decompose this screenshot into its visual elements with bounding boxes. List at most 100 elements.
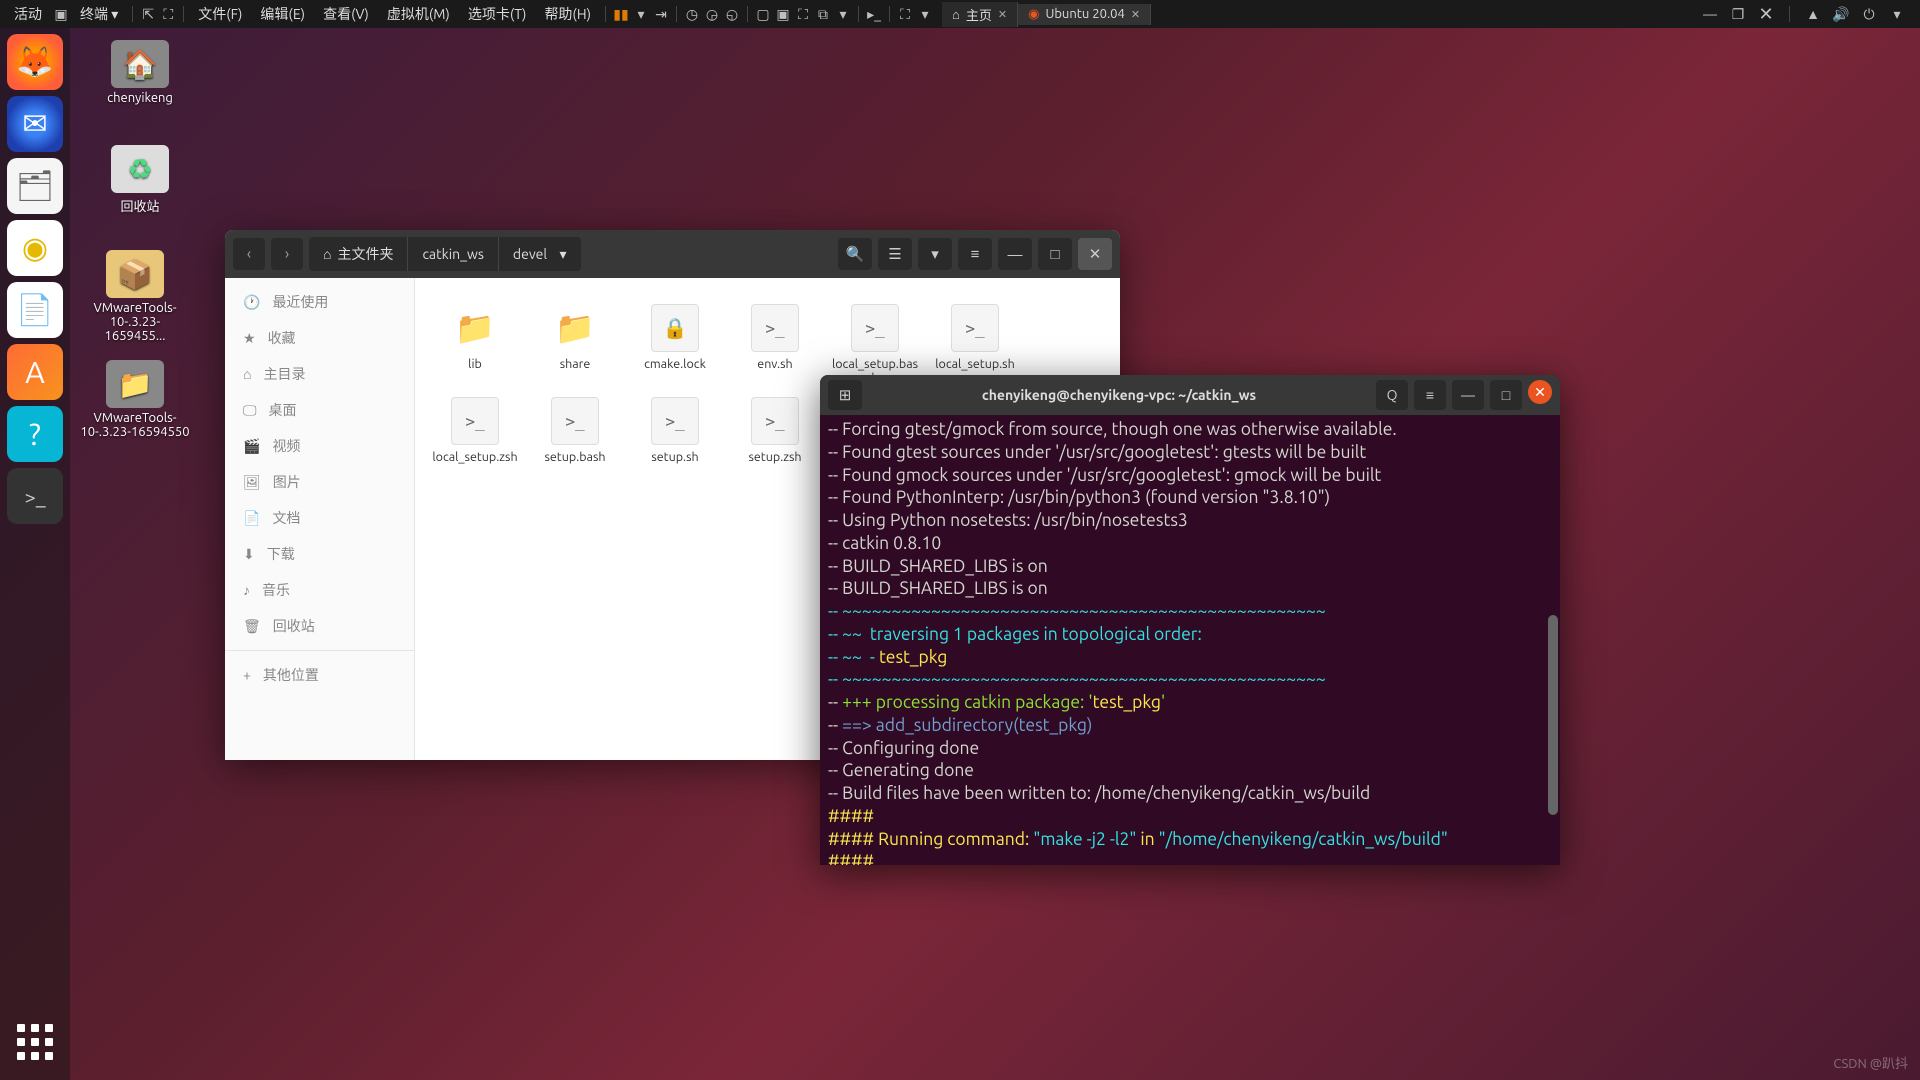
vm-send-icon[interactable]: ⇥ — [652, 5, 670, 23]
tab-ubuntu[interactable]: ◉ Ubuntu 20.04 ✕ — [1018, 4, 1151, 25]
folder-share[interactable]: 📁share — [525, 298, 625, 391]
terminal-maximize-button[interactable]: □ — [1490, 380, 1522, 410]
lock-file-icon: 🔒 — [651, 304, 699, 352]
tab-home[interactable]: ⌂ 主页 ✕ — [942, 2, 1018, 27]
terminal-close-button[interactable]: ✕ — [1528, 380, 1552, 404]
file-setup-zsh[interactable]: >_setup.zsh — [725, 391, 825, 470]
window-maximize-button[interactable]: □ — [1038, 238, 1072, 270]
display-icon[interactable]: ⛶ — [896, 5, 914, 23]
pin-icon[interactable]: ⇱ — [139, 5, 157, 23]
file-env-sh[interactable]: >_env.sh — [725, 298, 825, 391]
desktop-home-folder[interactable]: 🏠 chenyikeng — [85, 40, 195, 105]
terminal-search-button[interactable]: Q — [1376, 380, 1408, 410]
view-list-button[interactable]: ☰ — [878, 238, 912, 270]
snapshot-rev-icon[interactable]: ◵ — [723, 5, 741, 23]
layout-icon-3[interactable]: ⛶ — [794, 5, 812, 23]
file-cmake-lock[interactable]: 🔒cmake.lock — [625, 298, 725, 391]
breadcrumb-catkin[interactable]: catkin_ws — [408, 237, 498, 271]
sidebar-starred[interactable]: ★收藏 — [225, 320, 414, 356]
dock-files[interactable]: 🗂 — [7, 158, 63, 214]
terminal-menu-button[interactable]: ≡ — [1414, 380, 1446, 410]
close-icon[interactable]: ✕ — [1131, 8, 1140, 21]
dock-apps-grid[interactable] — [7, 1014, 63, 1070]
layout-icon-4[interactable]: ⧉ — [814, 5, 832, 23]
watermark: CSDN @趴抖 — [1833, 1053, 1908, 1072]
sidebar-documents[interactable]: 📄文档 — [225, 500, 414, 536]
plus-icon: + — [243, 667, 251, 683]
fullscreen-icon[interactable]: ⛶ — [159, 5, 177, 23]
terminal-body[interactable]: -- Forcing gtest/gmock from source, thou… — [820, 415, 1560, 865]
console-icon[interactable]: ▸_ — [865, 5, 883, 23]
folder-lib[interactable]: 📁lib — [425, 298, 525, 391]
sidebar-downloads[interactable]: ⬇下载 — [225, 536, 414, 572]
dock-writer[interactable]: 📄 — [7, 282, 63, 338]
download-icon: ⬇ — [243, 546, 255, 563]
snapshot-mgr-icon[interactable]: ◶ — [703, 5, 721, 23]
scrollbar-thumb[interactable] — [1548, 615, 1558, 815]
breadcrumb-home[interactable]: ⌂主文件夹 — [309, 237, 408, 271]
sidebar-music[interactable]: ♪音乐 — [225, 572, 414, 608]
pause-icon[interactable]: ▮▮ — [612, 5, 630, 23]
dock-software[interactable]: A — [7, 344, 63, 400]
menu-vm[interactable]: 虚拟机(M) — [379, 2, 458, 26]
desktop-vmtools-1[interactable]: 📦 VMwareTools-10-.3.23-1659455... — [80, 250, 190, 343]
menu-file[interactable]: 文件(F) — [190, 2, 250, 26]
desktop-vmtools-2[interactable]: 📁 VMwareTools-10-.3.23-16594550 — [80, 360, 190, 439]
menu-edit[interactable]: 编辑(E) — [252, 2, 313, 26]
sidebar-other-locations[interactable]: +其他位置 — [225, 657, 414, 693]
ubuntu-icon: ◉ — [1028, 7, 1039, 22]
power-icon[interactable]: ⏻ — [1860, 5, 1878, 23]
network-icon[interactable]: ▲ — [1804, 5, 1822, 23]
display-chevron-icon[interactable]: ▾ — [916, 5, 934, 23]
document-icon: 📄 — [243, 510, 260, 527]
file-local-setup-zsh[interactable]: >_local_setup.zsh — [425, 391, 525, 470]
picture-icon: 🖼 — [243, 474, 261, 491]
file-setup-sh[interactable]: >_setup.sh — [625, 391, 725, 470]
volume-icon[interactable]: 🔊 — [1832, 5, 1850, 23]
view-dropdown-button[interactable]: ▾ — [918, 238, 952, 270]
breadcrumb-devel[interactable]: devel ▾ — [499, 237, 581, 271]
layout-icon-1[interactable]: ▢ — [754, 5, 772, 23]
hamburger-menu-button[interactable]: ≡ — [958, 238, 992, 270]
window-restore-icon[interactable]: ❐ — [1729, 5, 1747, 23]
breadcrumb: ⌂主文件夹 catkin_ws devel ▾ — [309, 237, 581, 271]
folder-icon: 📁 — [106, 360, 164, 408]
window-close-button[interactable]: ✕ — [1078, 238, 1112, 270]
search-button[interactable]: 🔍 — [838, 238, 872, 270]
sidebar-pictures[interactable]: 🖼图片 — [225, 464, 414, 500]
system-chevron-icon[interactable]: ▾ — [1888, 5, 1906, 23]
menu-view[interactable]: 查看(V) — [315, 2, 377, 26]
close-icon[interactable]: ✕ — [998, 8, 1007, 21]
nav-forward-button[interactable]: › — [271, 238, 303, 270]
nav-back-button[interactable]: ‹ — [233, 238, 265, 270]
window-close-icon[interactable]: ✕ — [1757, 5, 1775, 23]
layout-icon-2[interactable]: ▣ — [774, 5, 792, 23]
terminal-app-icon: ▣ — [52, 5, 70, 23]
dock-help[interactable]: ? — [7, 406, 63, 462]
terminal-minimize-button[interactable]: — — [1452, 380, 1484, 410]
window-minimize-button[interactable]: — — [998, 238, 1032, 270]
layout-icon-5[interactable]: ▾ — [834, 5, 852, 23]
terminal-header: ⊞ chenyikeng@chenyikeng-vpc: ~/catkin_ws… — [820, 375, 1560, 415]
activities-button[interactable]: 活动 — [6, 2, 50, 26]
desktop-trash[interactable]: ♻ 回收站 — [85, 145, 195, 215]
dock-firefox[interactable]: 🦊 — [7, 34, 63, 90]
dock-thunderbird[interactable]: ✉ — [7, 96, 63, 152]
window-min-icon[interactable]: — — [1701, 5, 1719, 23]
sidebar-trash[interactable]: 🗑回收站 — [225, 608, 414, 644]
app-menu[interactable]: 终端 ▾ — [72, 2, 126, 26]
script-icon: >_ — [551, 397, 599, 445]
menu-help[interactable]: 帮助(H) — [536, 2, 599, 26]
sidebar-home[interactable]: ⌂主目录 — [225, 356, 414, 392]
dock-rhythmbox[interactable]: ◉ — [7, 220, 63, 276]
sidebar-videos[interactable]: 🎬视频 — [225, 428, 414, 464]
snapshot-icon[interactable]: ◷ — [683, 5, 701, 23]
vm-chevron-icon[interactable]: ▾ — [632, 5, 650, 23]
sidebar-recent[interactable]: 🕐最近使用 — [225, 284, 414, 320]
script-icon: >_ — [751, 304, 799, 352]
file-setup-bash[interactable]: >_setup.bash — [525, 391, 625, 470]
new-tab-button[interactable]: ⊞ — [828, 380, 862, 410]
dock-terminal[interactable]: >_ — [7, 468, 63, 524]
menu-tabs[interactable]: 选项卡(T) — [460, 2, 535, 26]
sidebar-desktop[interactable]: 🖵桌面 — [225, 392, 414, 428]
